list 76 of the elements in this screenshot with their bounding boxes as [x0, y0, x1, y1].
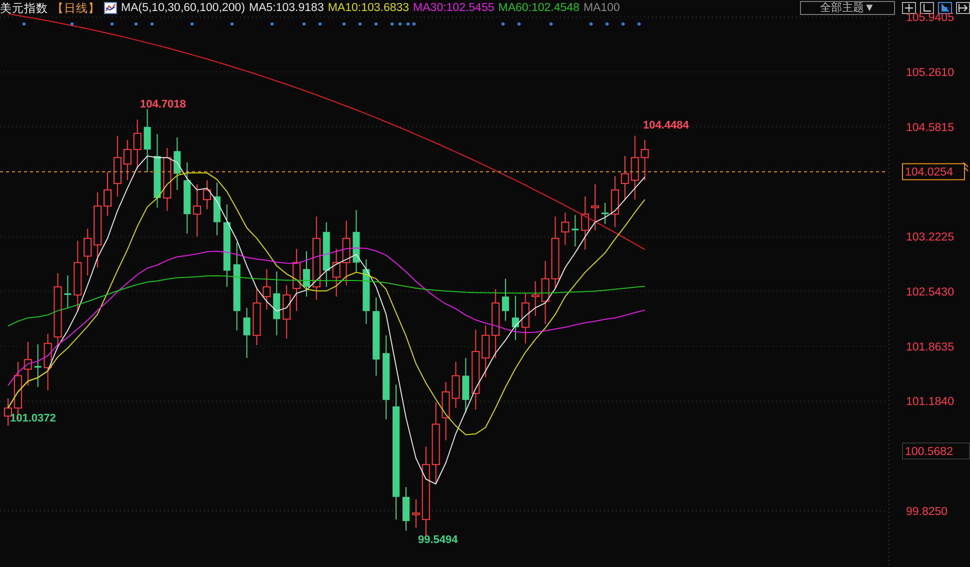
candlestick: [243, 307, 250, 358]
ma-value: MA60:102.4548: [498, 2, 580, 14]
period-label[interactable]: 【日线】: [52, 0, 100, 16]
candlestick: [303, 250, 310, 298]
candlestick: [4, 398, 12, 426]
candlestick: [174, 136, 181, 190]
candlestick: [203, 180, 211, 210]
crosshair-icon[interactable]: [902, 2, 916, 14]
ma-value: MA5:103.9183: [249, 2, 324, 14]
candlestick: [452, 361, 460, 409]
candlestick: [521, 292, 530, 344]
candlestick: [362, 258, 370, 324]
candlestick: [342, 220, 350, 286]
axis-label: 101.1840: [906, 396, 954, 408]
ma-params: MA(5,10,30,60,100,200): [121, 2, 246, 14]
candlestick: [282, 284, 291, 340]
line-chart-icon[interactable]: [104, 2, 117, 14]
candlestick: [104, 172, 112, 216]
axis-label: 102.5430: [906, 286, 954, 298]
candlestick: [44, 333, 52, 391]
candlestick: [252, 288, 261, 346]
candlestick: [531, 280, 540, 316]
candlestick: [462, 357, 470, 414]
price-annotation: 101.0372: [10, 412, 56, 425]
candlestick: [602, 202, 608, 224]
candlestick: [620, 155, 629, 200]
axis-label: 105.9405: [906, 12, 954, 24]
arrow-right-icon[interactable]: [956, 2, 970, 14]
theme-dropdown[interactable]: 全部主题▼: [800, 1, 895, 15]
candlestick: [502, 278, 509, 322]
candlestick: [561, 212, 570, 246]
candlestick: [581, 196, 590, 250]
marked-price-tag: 100.5682: [902, 442, 970, 460]
chart-title: 美元指数: [0, 1, 48, 16]
candlestick: [273, 271, 280, 336]
candlestick: [352, 210, 360, 273]
ma-value: MA10:103.6833: [328, 2, 410, 14]
price-annotation: 104.7018: [140, 98, 186, 111]
candlestick: [64, 275, 72, 308]
candlestick: [262, 268, 271, 310]
ma-value: MA30:102.5455: [413, 2, 494, 14]
candlestick: [144, 108, 151, 173]
candlestick: [640, 139, 649, 181]
candlestick: [512, 295, 519, 341]
candlestick: [541, 260, 550, 324]
candlestick: [332, 248, 340, 298]
current-price-tag: 104.0254: [902, 163, 965, 180]
candlestick: [213, 182, 220, 236]
candlestick: [113, 135, 122, 197]
candlestick: [402, 486, 410, 532]
candlestick: [442, 382, 450, 441]
candlestick: [123, 139, 132, 181]
candlestick: [482, 325, 490, 378]
axis-label: 101.8635: [906, 341, 954, 354]
candlestick: [193, 184, 202, 238]
price-annotation: 104.4484: [643, 120, 689, 132]
candlestick: [74, 240, 82, 312]
axis-label: 105.2610: [906, 66, 954, 79]
candlestick: [84, 228, 92, 276]
candlestick: [412, 498, 420, 528]
candlestick: [630, 135, 639, 200]
candlestick: [591, 184, 600, 231]
axis-label: 103.2225: [906, 232, 954, 244]
candlestick: [322, 222, 330, 288]
candlestick: [610, 176, 619, 228]
axis-label: 104.5815: [906, 122, 954, 134]
candlestick: [133, 119, 142, 170]
ma-value: MA100: [583, 2, 620, 14]
candlestick: [492, 288, 500, 358]
candlestick: [34, 344, 42, 388]
candlestick: [24, 341, 32, 386]
candlestick: [572, 214, 579, 247]
axis-label: 99.8250: [906, 506, 948, 518]
price-annotation: 99.5494: [418, 534, 458, 546]
candlestick: [163, 147, 172, 212]
candlestick: [292, 248, 301, 312]
